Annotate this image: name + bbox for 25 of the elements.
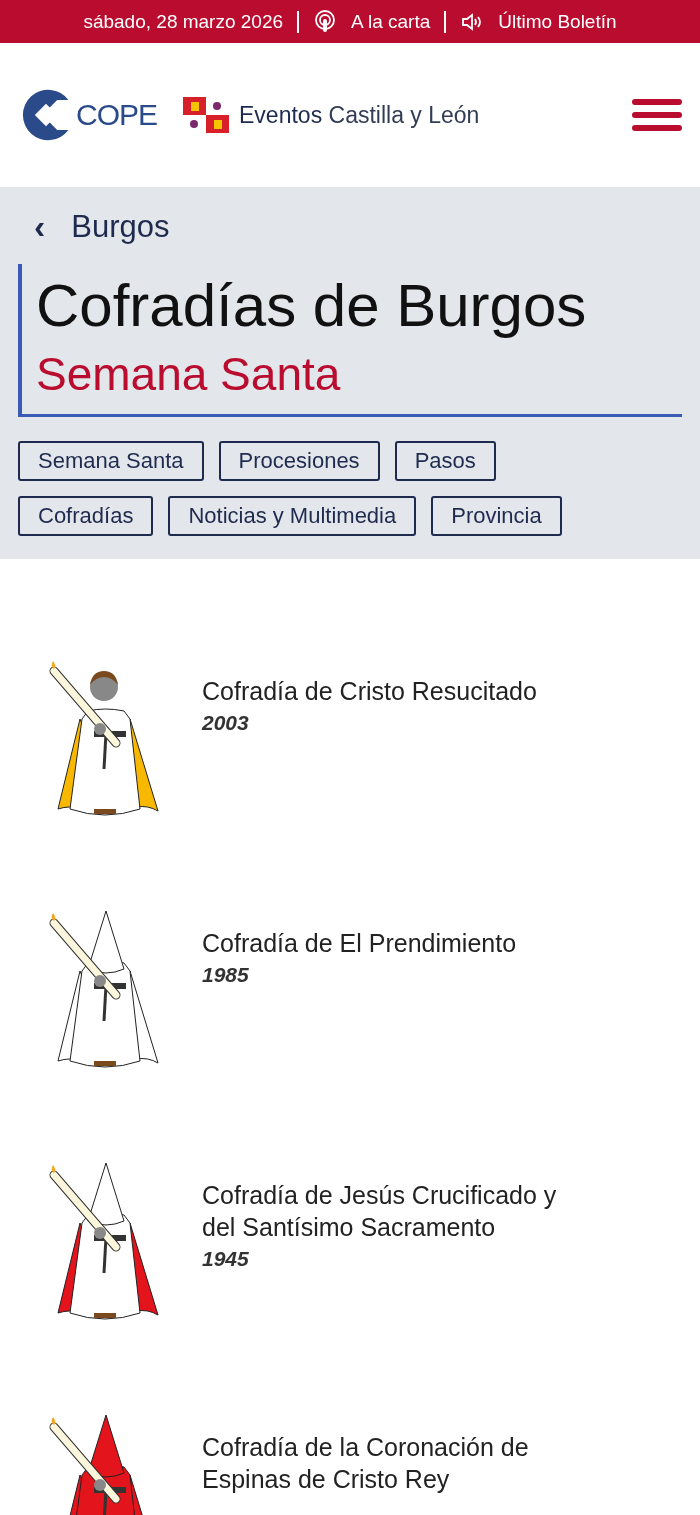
breadcrumb-link[interactable]: ‹ Burgos (18, 207, 170, 246)
tag-link[interactable]: Cofradías (18, 496, 154, 536)
tag-link[interactable]: Semana Santa (18, 441, 204, 481)
menu-icon (632, 97, 682, 133)
brotherhood-name[interactable]: Cofradía de Cristo Resucitado (202, 675, 587, 707)
founding-year: 1945 (202, 1247, 250, 1271)
podcast-icon (313, 9, 338, 34)
brotherhood-name[interactable]: Cofradía de Jesús Crucificado y del Santísimo Sacramento (202, 1179, 587, 1243)
brotherhood-name[interactable]: Cofradía de la Coronación de Espinas de Cristo Rey (202, 1431, 587, 1495)
brotherhood-name[interactable]: Cofradía de El Prendimiento (202, 927, 587, 959)
cope-logo[interactable]: COPE (18, 87, 158, 143)
brand-title: Eventos Castilla y León (239, 101, 480, 129)
page-title: Cofradías de Burgos (36, 271, 588, 341)
date-text: sábado, 28 marzo 2026 (83, 10, 284, 33)
top-link[interactable]: A la carta (313, 9, 431, 34)
menu-button[interactable] (632, 97, 682, 133)
tag-link[interactable]: Provincia (431, 496, 562, 536)
founding-year: 1985 (202, 963, 250, 987)
flag-icon (183, 97, 230, 133)
page-subtitle: Semana Santa (36, 347, 342, 402)
top-link[interactable]: Último Boletín (460, 9, 617, 34)
founding-year: 2003 (202, 711, 250, 735)
tag-link[interactable]: Noticias y Multimedia (168, 496, 417, 536)
tag-link[interactable]: Pasos (394, 441, 496, 481)
tag-link[interactable]: Procesiones (218, 441, 380, 481)
